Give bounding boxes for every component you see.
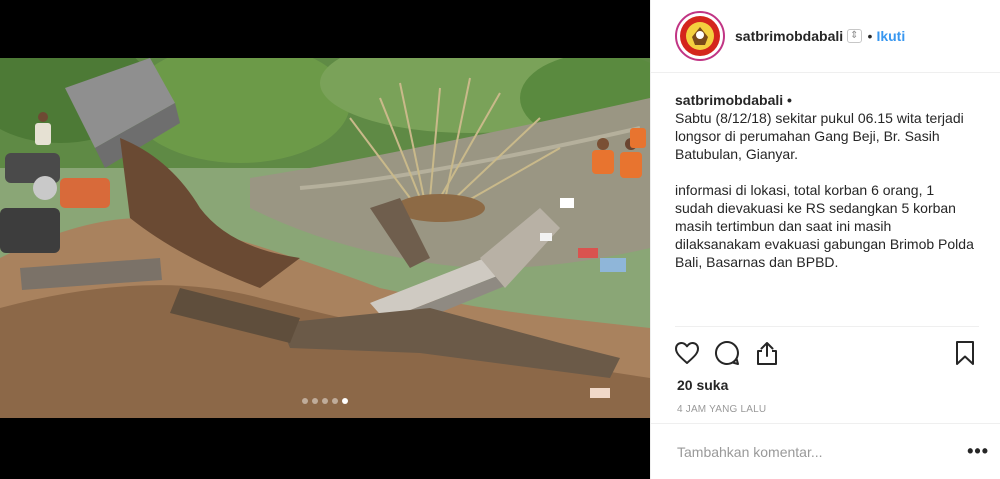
bookmark-icon[interactable] <box>947 336 983 370</box>
carousel-dot[interactable] <box>322 398 328 404</box>
post-timestamp[interactable]: 4 JAM YANG LALU <box>677 404 766 415</box>
comment-bar: ••• <box>677 424 989 479</box>
comment-input[interactable] <box>677 443 968 460</box>
carousel-dot[interactable] <box>332 398 338 404</box>
follow-button[interactable]: Ikuti <box>876 28 905 44</box>
post-header: satbrimobdabali ⇕ • Ikuti <box>651 0 1000 73</box>
brimob-logo-icon <box>679 15 721 57</box>
post-author-username[interactable]: satbrimobdabali <box>735 28 843 44</box>
caption-dot: • <box>787 92 792 108</box>
caption-paragraph: Sabtu (8/12/18) sekitar pukul 06.15 wita… <box>675 110 964 162</box>
post-caption: satbrimobdabali • Sabtu (8/12/18) sekita… <box>675 91 975 271</box>
carousel-dot-active[interactable] <box>342 398 348 404</box>
heart-icon[interactable] <box>669 336 705 370</box>
avatar[interactable] <box>675 11 725 61</box>
caption-body: Sabtu (8/12/18) sekitar pukul 06.15 wita… <box>675 109 975 271</box>
like-count[interactable]: 20 suka <box>677 377 728 393</box>
post-details-panel: satbrimobdabali ⇕ • Ikuti satbrimobdabal… <box>650 0 1000 479</box>
caption-username[interactable]: satbrimobdabali <box>675 92 783 108</box>
caption-paragraph: informasi di lokasi, total korban 6 oran… <box>675 182 974 270</box>
landslide-photo-illustration <box>0 58 650 418</box>
header-separator: • <box>867 28 873 44</box>
post-photo-landslide[interactable] <box>0 58 650 418</box>
carousel-dot[interactable] <box>312 398 318 404</box>
post-media <box>0 0 650 479</box>
divider <box>675 326 979 327</box>
sort-icon: ⇕ <box>847 29 862 43</box>
more-options-icon[interactable]: ••• <box>967 441 989 462</box>
carousel-dot[interactable] <box>302 398 308 404</box>
caption-header: satbrimobdabali • <box>675 91 975 109</box>
post-actions <box>669 336 983 370</box>
comment-icon[interactable] <box>709 336 745 370</box>
carousel-indicator <box>0 398 650 404</box>
share-icon[interactable] <box>749 336 785 370</box>
